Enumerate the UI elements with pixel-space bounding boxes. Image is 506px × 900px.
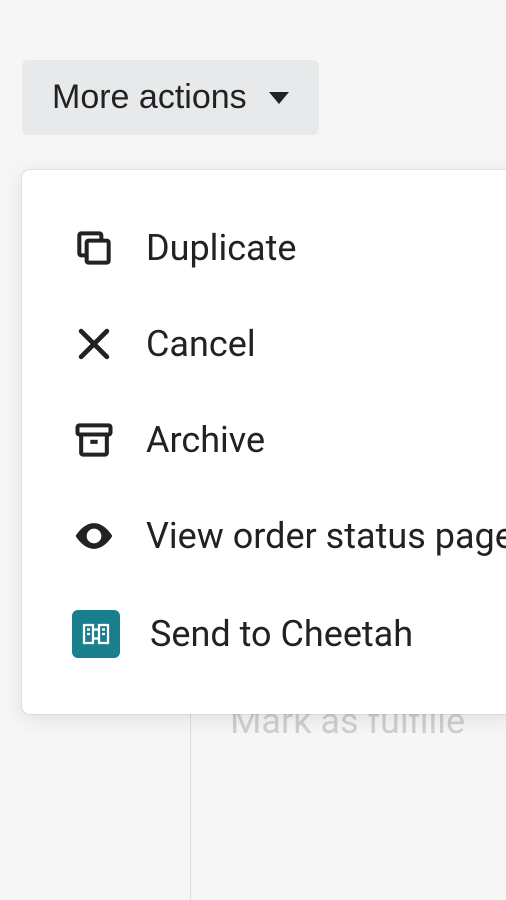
menu-item-label: Send to Cheetah bbox=[150, 613, 413, 655]
menu-item-view-status[interactable]: View order status page bbox=[22, 488, 506, 584]
duplicate-icon bbox=[72, 226, 116, 270]
menu-item-duplicate[interactable]: Duplicate bbox=[22, 200, 506, 296]
menu-item-label: Duplicate bbox=[146, 227, 297, 269]
caret-down-icon bbox=[269, 92, 289, 104]
eye-icon bbox=[72, 514, 116, 558]
menu-item-archive[interactable]: Archive bbox=[22, 392, 506, 488]
menu-item-label: Archive bbox=[146, 419, 265, 461]
cheetah-app-icon bbox=[72, 610, 120, 658]
menu-item-cancel[interactable]: Cancel bbox=[22, 296, 506, 392]
more-actions-label: More actions bbox=[52, 78, 247, 117]
archive-icon bbox=[72, 418, 116, 462]
menu-item-label: Cancel bbox=[146, 323, 256, 365]
menu-item-label: View order status page bbox=[146, 515, 506, 557]
more-actions-button[interactable]: More actions bbox=[22, 60, 319, 135]
more-actions-dropdown: Duplicate Cancel Archive View or bbox=[22, 170, 506, 714]
menu-item-send-cheetah[interactable]: Send to Cheetah bbox=[22, 584, 506, 684]
cancel-icon bbox=[72, 322, 116, 366]
